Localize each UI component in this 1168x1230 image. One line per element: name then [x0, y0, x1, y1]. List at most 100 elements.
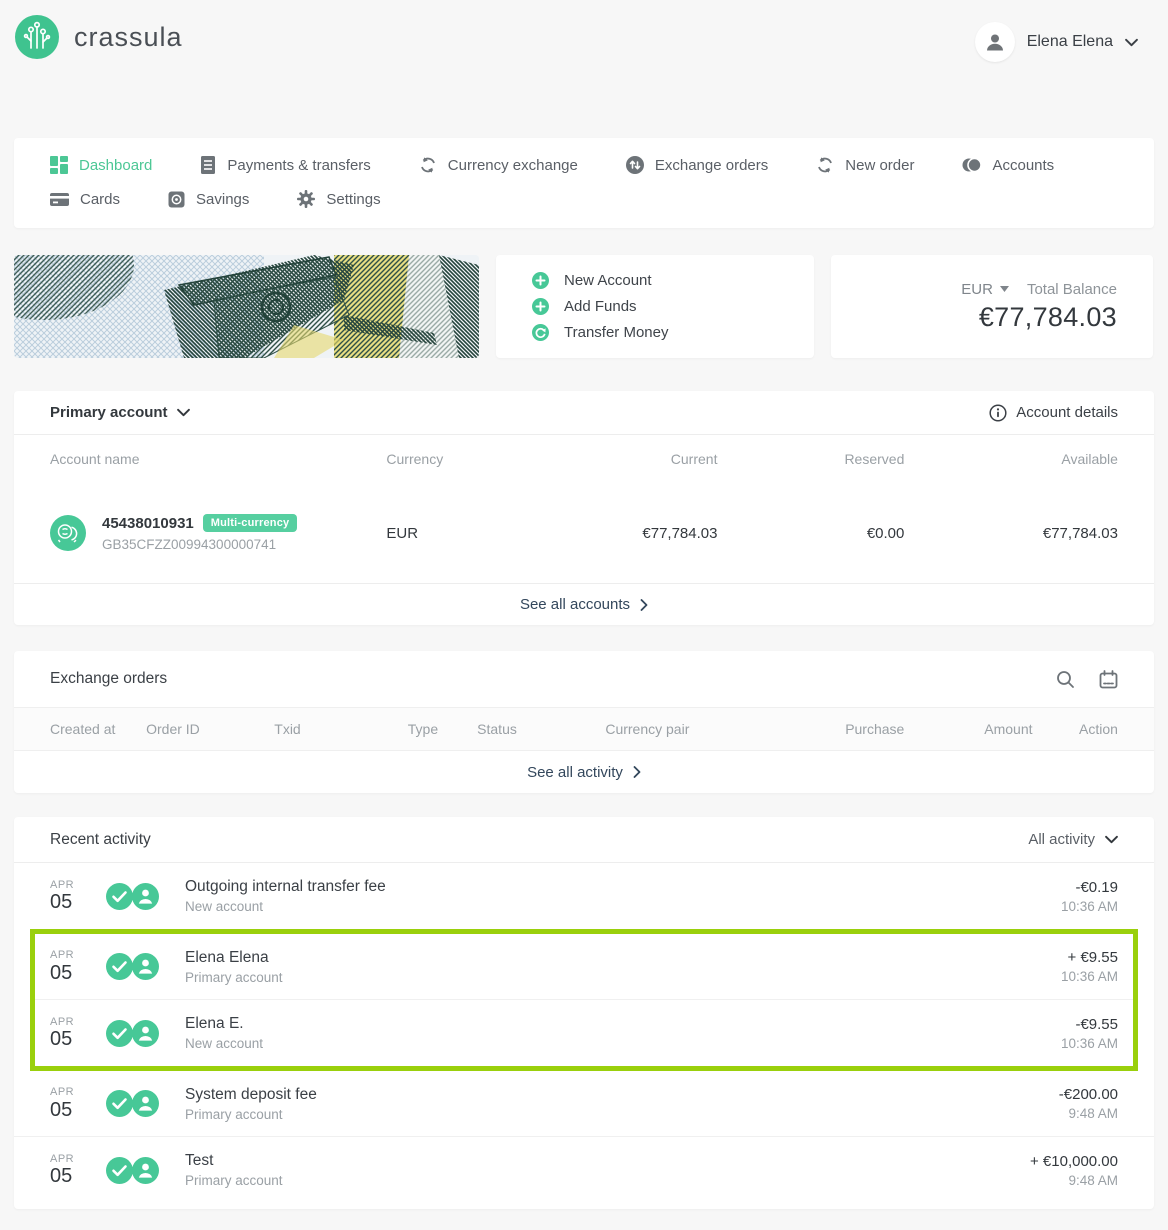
info-icon: [989, 404, 1007, 422]
chevron-right-icon: [640, 599, 648, 611]
transfer-money-action[interactable]: Transfer Money: [532, 324, 814, 341]
activity-filter-dropdown[interactable]: All activity: [1028, 831, 1118, 848]
activity-date: APR 05: [50, 879, 106, 913]
activity-title: Outgoing internal transfer fee: [185, 878, 386, 896]
activity-account: Primary account: [185, 1173, 283, 1188]
highlighted-rows-box: APR 05 Elena Elena Primary account + €9.…: [30, 929, 1138, 1071]
activity-time: 9:48 AM: [1059, 1106, 1118, 1121]
chevron-down-icon: [1125, 38, 1138, 47]
plus-circle-icon: [532, 298, 549, 315]
account-currency: EUR: [386, 525, 514, 542]
activity-date: APR 05: [50, 949, 106, 983]
account-current: €77,784.03: [515, 525, 718, 542]
activity-row-highlighted[interactable]: APR 05 Elena Elena Primary account + €9.…: [35, 934, 1133, 1000]
banknote-image: [14, 255, 479, 358]
counterparty-person-icon: [132, 1090, 159, 1117]
counterparty-person-icon: [132, 883, 159, 910]
account-reserved: €0.00: [717, 525, 904, 542]
nav-item-savings[interactable]: Savings: [168, 191, 249, 208]
account-number: 45438010931: [102, 515, 194, 532]
savings-icon: [168, 191, 185, 208]
account-details-link[interactable]: Account details: [989, 404, 1118, 422]
brand-name: crassula: [74, 22, 183, 53]
plus-circle-icon: [532, 272, 549, 289]
quick-actions: New Account Add Funds Transfer Money: [496, 255, 814, 358]
activity-date: APR 05: [50, 1086, 106, 1120]
status-check-icon: [106, 883, 133, 910]
balance-currency-select[interactable]: EUR: [961, 281, 1009, 298]
settings-icon: [297, 190, 315, 208]
summary-row: New Account Add Funds Transfer Money EUR: [14, 255, 1154, 358]
nav-item-settings[interactable]: Settings: [297, 190, 380, 208]
nav-item-new-order[interactable]: New order: [816, 156, 914, 174]
primary-account-section: Primary account Account details Account …: [14, 391, 1154, 625]
dashboard-icon: [50, 156, 68, 174]
main-nav: Dashboard Payments & transfers Currency …: [14, 138, 1154, 228]
accounts-icon: [962, 156, 981, 174]
status-check-icon: [106, 1090, 133, 1117]
status-check-icon: [106, 953, 133, 980]
activity-time: 10:36 AM: [1061, 899, 1118, 914]
search-icon[interactable]: [1056, 670, 1075, 689]
activity-row[interactable]: APR 05 Test Primary account + €10,000.00…: [14, 1137, 1154, 1203]
nav-item-exchange-orders[interactable]: Exchange orders: [626, 156, 768, 174]
activity-date: APR 05: [50, 1016, 106, 1050]
account-available: €77,784.03: [904, 525, 1118, 542]
user-name: Elena Elena: [1027, 33, 1113, 51]
activity-amount: -€0.19: [1061, 879, 1118, 896]
cards-icon: [50, 192, 69, 207]
new-account-action[interactable]: New Account: [532, 272, 814, 289]
nav-item-payments[interactable]: Payments & transfers: [200, 156, 370, 174]
nav-item-accounts[interactable]: Accounts: [962, 156, 1054, 174]
activity-row-highlighted[interactable]: APR 05 Elena E. New account -€9.55 10:36…: [35, 1000, 1133, 1066]
chevron-right-icon: [633, 766, 641, 778]
app-header: crassula Elena Elena: [0, 0, 1168, 72]
calendar-icon[interactable]: [1099, 670, 1118, 689]
exchange-orders-title: Exchange orders: [50, 670, 167, 688]
currency-exchange-icon: [419, 156, 437, 174]
exchange-orders-table-header: Created at Order ID Txid Type Status Cur…: [14, 707, 1154, 751]
activity-amount: -€200.00: [1059, 1086, 1118, 1103]
account-iban: GB35CFZZ00994300000741: [102, 537, 297, 552]
account-row[interactable]: 45438010931 Multi-currency GB35CFZZ00994…: [14, 483, 1154, 583]
activity-title: Elena Elena: [185, 949, 283, 967]
activity-row[interactable]: APR 05 System deposit fee Primary accoun…: [14, 1071, 1154, 1137]
chevron-down-icon: [177, 408, 190, 417]
triangle-down-icon: [1000, 286, 1009, 292]
see-all-accounts-link[interactable]: See all accounts: [14, 583, 1154, 625]
counterparty-person-icon: [132, 1157, 159, 1184]
exchange-orders-section: Exchange orders Created at Order ID Txid…: [14, 651, 1154, 793]
total-balance-card: EUR Total Balance €77,784.03: [831, 255, 1153, 358]
payments-icon: [200, 156, 216, 174]
activity-time: 10:36 AM: [1061, 969, 1118, 984]
activity-account: Primary account: [185, 1107, 317, 1122]
activity-amount: + €9.55: [1061, 949, 1118, 966]
crassula-logo-icon: [14, 14, 60, 60]
brand[interactable]: crassula: [14, 12, 183, 60]
total-balance-amount: €77,784.03: [979, 302, 1117, 333]
nav-row-2: Cards Savings: [50, 182, 1118, 216]
activity-account: Primary account: [185, 970, 283, 985]
nav-item-currency-exchange[interactable]: Currency exchange: [419, 156, 578, 174]
activity-account: New account: [185, 1036, 263, 1051]
chevron-down-icon: [1105, 835, 1118, 844]
nav-item-cards[interactable]: Cards: [50, 191, 120, 208]
activity-account: New account: [185, 899, 386, 914]
counterparty-person-icon: [132, 1020, 159, 1047]
nav-item-dashboard[interactable]: Dashboard: [50, 156, 152, 174]
transfer-circle-icon: [532, 324, 549, 341]
counterparty-person-icon: [132, 953, 159, 980]
activity-row[interactable]: APR 05 Outgoing internal transfer fee Ne…: [14, 863, 1154, 929]
user-menu[interactable]: Elena Elena: [975, 22, 1138, 62]
status-check-icon: [106, 1157, 133, 1184]
total-balance-label: Total Balance: [1027, 281, 1117, 298]
add-funds-action[interactable]: Add Funds: [532, 298, 814, 315]
recent-activity-section: Recent activity All activity APR 05 Outg…: [14, 817, 1154, 1209]
see-all-activity-link[interactable]: See all activity: [14, 751, 1154, 793]
primary-account-dropdown[interactable]: Primary account: [50, 404, 190, 421]
activity-time: 9:48 AM: [1030, 1173, 1118, 1188]
user-avatar: [975, 22, 1015, 62]
activity-date: APR 05: [50, 1153, 106, 1187]
activity-amount: -€9.55: [1061, 1016, 1118, 1033]
new-order-icon: [816, 156, 834, 174]
